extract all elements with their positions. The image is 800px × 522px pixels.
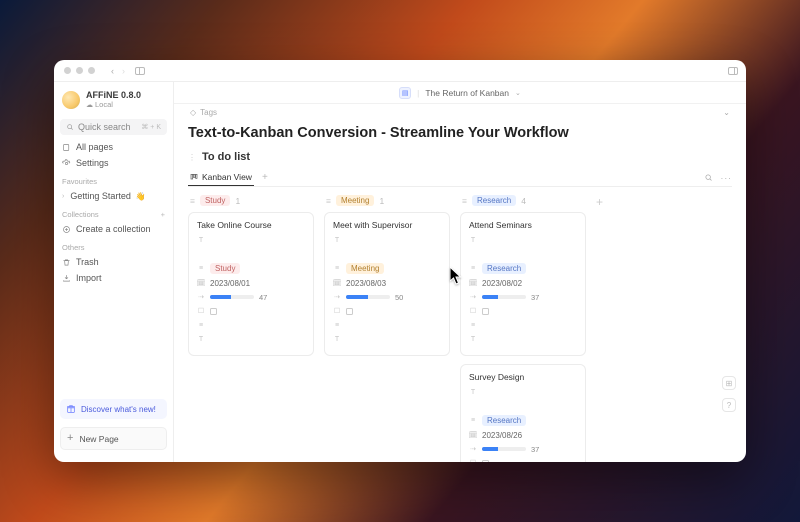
card-progress: 37 <box>531 293 539 302</box>
block-title[interactable]: To do list <box>202 151 250 163</box>
kanban-card[interactable]: Survey Design T ≡Research 🗓2023/08/26 ⇢3… <box>460 364 586 462</box>
doc-topbar: ▤ | The Return of Kanban ⌄ <box>174 82 746 104</box>
pages-icon <box>62 143 71 152</box>
kanban-column-study: ≡ Study 1 Take Online Course T ≡Study 🗓2… <box>188 195 314 462</box>
drag-handle-icon[interactable]: ⋮ <box>188 153 196 162</box>
nav-all-pages[interactable]: All pages <box>54 139 173 155</box>
checkbox[interactable] <box>210 308 217 315</box>
card-progress: 47 <box>259 293 267 302</box>
cloud-icon: ☁ <box>86 101 93 109</box>
max-dot[interactable] <box>88 67 95 74</box>
kanban-column-research: ≡ Research 4 Attend Seminars T ≡Research… <box>460 195 586 462</box>
nav-settings[interactable]: Settings <box>54 155 173 171</box>
help-icon[interactable]: ? <box>722 398 736 412</box>
doc-content: ◇ Tags ⌄ Text-to-Kanban Conversion - Str… <box>174 104 746 462</box>
gear-icon <box>62 159 71 168</box>
card-date: 2023/08/03 <box>346 279 386 288</box>
checkbox[interactable] <box>482 308 489 315</box>
card-tag: Meeting <box>346 263 384 274</box>
close-dot[interactable] <box>64 67 71 74</box>
kanban-card[interactable]: Meet with Supervisor T ≡Meeting 🗓2023/08… <box>324 212 450 356</box>
checkbox[interactable] <box>346 308 353 315</box>
window-controls[interactable] <box>64 67 95 74</box>
search-icon <box>66 123 74 131</box>
page-title[interactable]: Text-to-Kanban Conversion - Streamline Y… <box>188 125 732 141</box>
toggle-sidebar-icon[interactable] <box>135 67 145 75</box>
card-tag: Research <box>482 415 526 426</box>
card-date: 2023/08/02 <box>482 279 522 288</box>
new-page-button[interactable]: + New Page <box>60 427 167 450</box>
kanban-card[interactable]: Take Online Course T ≡Study 🗓2023/08/01 … <box>188 212 314 356</box>
doc-title: The Return of Kanban <box>425 88 509 98</box>
plus-circle-icon <box>62 225 71 234</box>
floating-tools: ⊞ ? <box>722 376 736 412</box>
column-count: 1 <box>379 196 384 206</box>
column-tag: Study <box>200 195 230 206</box>
create-collection[interactable]: Create a collection <box>54 221 173 237</box>
search-shortcut: ⌘ + K <box>141 123 161 131</box>
card-title: Meet with Supervisor <box>333 220 441 230</box>
card-tag: Research <box>482 263 526 274</box>
nav-back[interactable]: ‹ <box>111 66 114 76</box>
column-tag: Meeting <box>336 195 374 206</box>
wave-emoji: 👋 <box>136 192 146 201</box>
import-icon <box>62 274 71 283</box>
apps-icon[interactable]: ⊞ <box>722 376 736 390</box>
tag-icon: ◇ <box>190 108 196 117</box>
kanban-column-meeting: ≡ Meeting 1 Meet with Supervisor T ≡Meet… <box>324 195 450 462</box>
main-area: ▤ | The Return of Kanban ⌄ ◇ Tags ⌄ Text… <box>174 82 746 462</box>
checkbox[interactable] <box>482 460 489 463</box>
column-count: 4 <box>521 196 526 206</box>
fav-getting-started[interactable]: › Getting Started 👋 <box>54 188 173 204</box>
tags-row[interactable]: ◇ Tags ⌄ <box>188 104 732 125</box>
trash-icon <box>62 258 71 267</box>
sidebar: AFFiNE 0.8.0 ☁Local Quick search ⌘ + K A… <box>54 82 174 462</box>
whats-new-banner[interactable]: Discover what's new! <box>60 399 167 419</box>
workspace-location: Local <box>95 100 113 109</box>
card-tag: Study <box>210 263 240 274</box>
view-tab-kanban[interactable]: Kanban View <box>188 169 254 186</box>
card-date: 2023/08/26 <box>482 431 522 440</box>
nav-forward[interactable]: › <box>122 66 125 76</box>
mode-separator: | <box>417 88 419 98</box>
search-placeholder: Quick search <box>78 122 131 132</box>
add-view-button[interactable]: + <box>262 172 268 183</box>
view-bar: Kanban View + ··· <box>188 169 732 187</box>
section-favourites: Favourites <box>54 171 173 188</box>
card-title: Survey Design <box>469 372 577 382</box>
column-count: 1 <box>235 196 240 206</box>
page-mode-icon[interactable]: ▤ <box>399 87 411 99</box>
chevron-down-icon[interactable]: ⌄ <box>723 108 730 117</box>
kanban-icon <box>190 173 198 181</box>
card-title: Take Online Course <box>197 220 305 230</box>
workspace-name: AFFiNE 0.8.0 <box>86 90 141 100</box>
section-collections: Collections+ <box>54 204 173 221</box>
chevron-down-icon[interactable]: ⌄ <box>515 89 521 97</box>
workspace-switcher[interactable]: AFFiNE 0.8.0 ☁Local <box>54 88 173 115</box>
nav-trash[interactable]: Trash <box>54 254 173 270</box>
app-window: ‹ › AFFiNE 0.8.0 ☁Local Quick search ⌘ +… <box>54 60 746 462</box>
plus-icon: + <box>67 433 73 444</box>
toggle-right-panel-icon[interactable] <box>728 67 738 75</box>
kanban-board: ≡ Study 1 Take Online Course T ≡Study 🗓2… <box>188 195 732 462</box>
section-others: Others <box>54 237 173 254</box>
card-progress: 50 <box>395 293 403 302</box>
card-date: 2023/08/01 <box>210 279 250 288</box>
gift-icon <box>66 404 76 414</box>
column-tag: Research <box>472 195 516 206</box>
chevron-right-icon: › <box>62 193 64 200</box>
nav-import[interactable]: Import <box>54 270 173 286</box>
min-dot[interactable] <box>76 67 83 74</box>
card-progress: 37 <box>531 445 539 454</box>
add-collection-icon[interactable]: + <box>161 210 165 219</box>
search-icon[interactable] <box>704 173 713 182</box>
kanban-card[interactable]: Attend Seminars T ≡Research 🗓2023/08/02 … <box>460 212 586 356</box>
doc-breadcrumb[interactable]: ▤ | The Return of Kanban ⌄ <box>399 87 521 99</box>
card-title: Attend Seminars <box>469 220 577 230</box>
quick-search[interactable]: Quick search ⌘ + K <box>60 119 167 135</box>
titlebar: ‹ › <box>54 60 746 82</box>
more-menu-icon[interactable]: ··· <box>721 173 733 183</box>
workspace-avatar <box>62 91 80 109</box>
add-column-button[interactable]: + <box>596 195 603 462</box>
